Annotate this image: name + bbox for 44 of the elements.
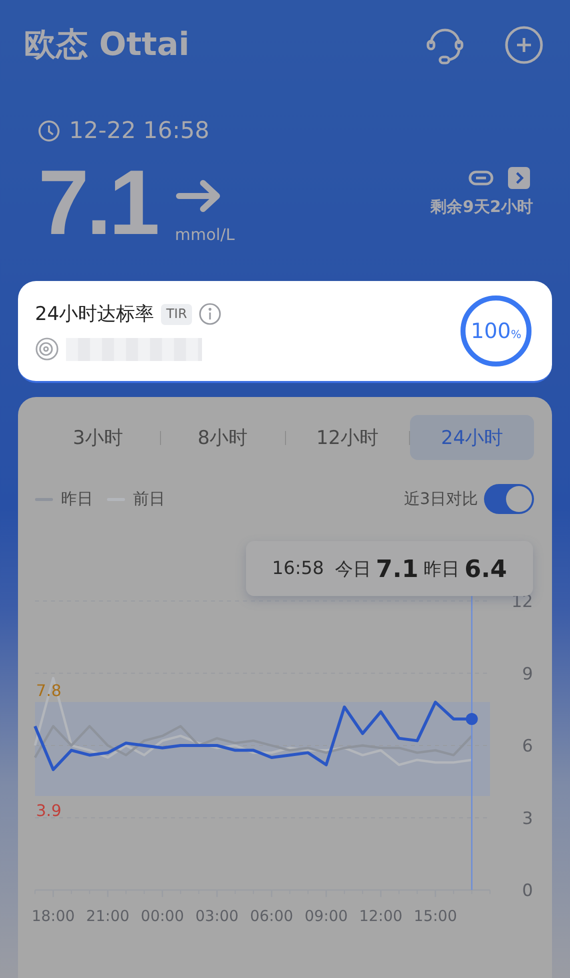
reading-time: 12-22 16:58 [69,118,210,144]
x-tick-label: 15:00 [414,907,458,925]
range-tab[interactable]: 3小时 [36,415,160,460]
sensor-remaining-time: 剩余9天2小时 [430,197,533,218]
app-logo: 欧态 Ottai [24,24,190,65]
y-tick-label: 0 [522,881,533,901]
trend-arrow-icon [174,179,223,213]
unit-label: mmol/L [174,225,235,244]
legend-label: 前日 [133,488,165,510]
add-icon[interactable] [504,25,544,65]
y-tick-label: 9 [522,664,533,684]
tir-title: 24小时达标率 [35,302,154,327]
glucose-value: 7.1 [38,158,157,248]
tooltip-time: 16:58 [272,558,324,579]
info-icon[interactable] [199,303,221,325]
x-tick-label: 18:00 [32,907,75,925]
tir-card[interactable]: 24小时达标率 TIR 100% [18,281,552,383]
link-icon[interactable] [468,169,494,187]
current-point [466,713,478,725]
x-tick-label: 12:00 [359,907,402,925]
range-limit-label: 7.8 [36,681,62,700]
x-tick-label: 06:00 [250,907,294,925]
tir-badge: TIR [161,304,192,324]
range-tab[interactable]: 12小时 [286,415,410,460]
x-tick-label: 00:00 [140,907,184,925]
range-tab[interactable]: 8小时 [160,415,284,460]
y-tick-label: 3 [522,808,533,829]
tooltip-label: 今日 [334,558,371,580]
legend-label: 昨日 [61,488,93,510]
tooltip-label: 昨日 [423,558,460,580]
compare-label: 近3日对比 [404,488,478,510]
chevron-icon[interactable] [508,167,530,189]
sensor-icon [35,337,59,361]
tooltip-value: 6.4 [464,554,507,582]
x-tick-label: 21:00 [86,907,130,925]
compare-toggle[interactable] [484,484,534,514]
tooltip-value: 7.1 [376,554,418,582]
range-tab[interactable]: 24小时 [410,415,534,460]
y-tick-label: 6 [522,736,533,756]
tir-percent: 100% [470,319,522,343]
x-tick-label: 03:00 [195,907,239,925]
clock-icon [38,120,60,142]
range-limit-label: 3.9 [36,801,62,820]
x-tick-label: 09:00 [304,907,348,925]
